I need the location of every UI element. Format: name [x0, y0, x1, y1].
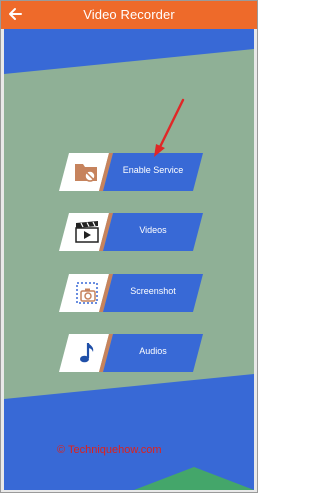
watermark: © Techniquehow.com — [57, 444, 162, 456]
annotation-arrow-icon — [154, 98, 185, 157]
app-title: Video Recorder — [83, 7, 175, 22]
app-bar: Video Recorder — [1, 1, 257, 29]
music-note-icon — [73, 340, 101, 366]
videos-button[interactable]: Videos — [59, 213, 203, 251]
phone-screen: Video Recorder Enable Service Videos Scr… — [0, 0, 258, 493]
menu-label: Enable Service — [122, 165, 184, 175]
audios-button[interactable]: Audios — [59, 334, 203, 372]
screenshot-camera-icon — [73, 280, 101, 306]
clapperboard-icon — [73, 219, 101, 245]
folder-block-icon — [73, 159, 101, 185]
screenshot-button[interactable]: Screenshot — [59, 274, 203, 312]
background-panels — [4, 29, 254, 490]
menu-label: Audios — [139, 346, 167, 356]
menu-label: Videos — [139, 225, 167, 235]
menu-label: Screenshot — [130, 286, 176, 296]
